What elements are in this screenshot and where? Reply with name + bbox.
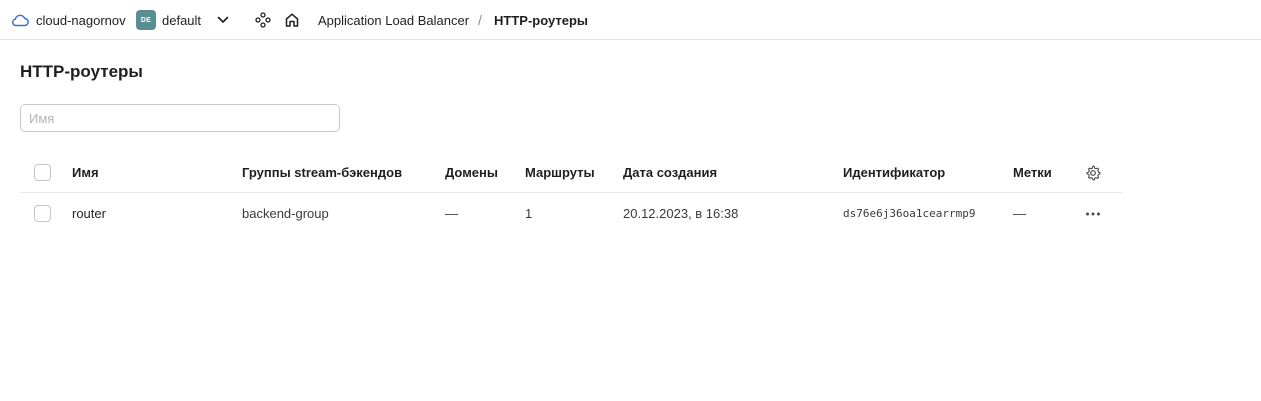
cloud-name[interactable]: cloud-nagornov: [36, 0, 126, 40]
breadcrumb-service[interactable]: Application Load Balancer: [318, 0, 469, 40]
table-header: Имя Группы stream-бэкендов Домены Маршру…: [20, 152, 1122, 193]
row-checkbox[interactable]: [34, 205, 51, 222]
chevron-down-icon[interactable]: [214, 0, 232, 40]
routers-table: Имя Группы stream-бэкендов Домены Маршру…: [20, 152, 1122, 234]
domains-value: —: [445, 206, 458, 221]
row-select-cell: [34, 193, 52, 234]
created-date: 20.12.2023, в 16:38: [623, 206, 739, 221]
column-header-created[interactable]: Дата создания: [623, 152, 717, 193]
backend-group-link[interactable]: backend-group: [242, 193, 329, 234]
cloud-icon[interactable]: [11, 0, 29, 40]
breadcrumb-separator: /: [478, 12, 482, 28]
folder-badge: DE: [136, 10, 156, 30]
more-actions-icon[interactable]: [1084, 193, 1102, 234]
column-header-name[interactable]: Имя: [72, 152, 99, 193]
top-bar: cloud-nagornov DE default Application Lo…: [0, 0, 1261, 40]
column-header-labels[interactable]: Метки: [1013, 152, 1052, 193]
search-input[interactable]: [20, 104, 340, 132]
page-title: HTTP-роутеры: [20, 62, 143, 81]
column-header-groups[interactable]: Группы stream-бэкендов: [242, 152, 402, 193]
column-header-domains[interactable]: Домены: [445, 152, 498, 193]
router-name[interactable]: router: [72, 193, 106, 234]
routes-count: 1: [525, 206, 533, 221]
select-all-cell: [34, 152, 52, 193]
column-header-routes[interactable]: Маршруты: [525, 152, 595, 193]
select-all-checkbox[interactable]: [34, 164, 51, 181]
breadcrumb-current: HTTP-роутеры: [494, 12, 589, 28]
folder-name[interactable]: default: [162, 0, 201, 40]
labels-value: —: [1013, 206, 1026, 221]
router-id: ds76e6j36oa1cearrmp9: [843, 207, 976, 220]
home-icon[interactable]: [282, 0, 302, 40]
services-icon[interactable]: [253, 0, 273, 40]
gear-icon[interactable]: [1084, 152, 1102, 193]
column-header-id[interactable]: Идентификатор: [843, 152, 945, 193]
table-row[interactable]: router backend-group — 1 20.12.2023, в 1…: [20, 193, 1122, 234]
